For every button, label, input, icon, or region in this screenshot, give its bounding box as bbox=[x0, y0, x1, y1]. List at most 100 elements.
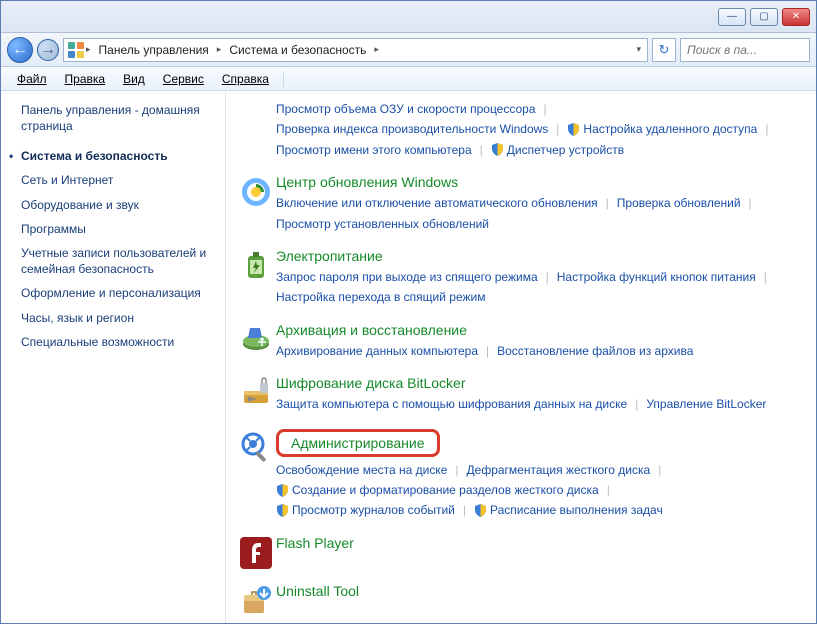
task-link[interactable]: Настройка перехода в спящий режим bbox=[276, 287, 485, 307]
link-separator: | bbox=[478, 341, 497, 361]
task-link-label: Диспетчер устройств bbox=[507, 140, 624, 160]
breadcrumb-root[interactable]: Панель управления bbox=[93, 43, 215, 57]
category-power: Электропитание Запрос пароля при выходе и… bbox=[236, 248, 796, 308]
link-separator: | bbox=[548, 119, 567, 139]
link-separator: | bbox=[741, 193, 760, 213]
category-uninstall: Uninstall Tool bbox=[236, 583, 796, 617]
blank-icon bbox=[236, 99, 276, 160]
task-link[interactable]: Защита компьютера с помощью шифрования д… bbox=[276, 394, 627, 414]
menu-tools[interactable]: Сервис bbox=[155, 70, 212, 88]
category-links: Запрос пароля при выходе из спящего режи… bbox=[276, 267, 796, 308]
menu-view[interactable]: Вид bbox=[115, 70, 153, 88]
category-title[interactable]: Uninstall Tool bbox=[276, 583, 796, 599]
task-link[interactable]: Настройка удаленного доступа bbox=[567, 119, 757, 139]
task-link[interactable]: Просмотр установленных обновлений bbox=[276, 214, 489, 234]
chevron-down-icon[interactable]: ▾ bbox=[634, 44, 643, 55]
task-link-label: Расписание выполнения задач bbox=[490, 500, 663, 520]
task-link-label: Просмотр объема ОЗУ и скорости процессор… bbox=[276, 99, 536, 119]
task-link-label: Проверка обновлений bbox=[617, 193, 741, 213]
breadcrumb-section[interactable]: Система и безопасность bbox=[223, 43, 372, 57]
sidebar-home-link[interactable]: Панель управления - домашняя страница bbox=[21, 103, 225, 134]
category-system-cont: Просмотр объема ОЗУ и скорости процессор… bbox=[236, 99, 796, 160]
link-separator: | bbox=[627, 394, 646, 414]
task-link-label: Запрос пароля при выходе из спящего режи… bbox=[276, 267, 538, 287]
category-title[interactable]: Архивация и восстановление bbox=[276, 322, 796, 338]
task-link[interactable]: Управление BitLocker bbox=[646, 394, 766, 414]
sidebar-item[interactable]: Система и безопасность bbox=[21, 148, 225, 164]
shield-icon bbox=[276, 504, 289, 517]
link-separator: | bbox=[536, 99, 555, 119]
bitlocker-icon bbox=[236, 375, 276, 414]
task-link[interactable]: Восстановление файлов из архива bbox=[497, 341, 693, 361]
sidebar-item[interactable]: Учетные записи пользователей и семейная … bbox=[21, 245, 225, 277]
sidebar-item[interactable]: Часы, язык и регион bbox=[21, 310, 225, 326]
sidebar-item[interactable]: Специальные возможности bbox=[21, 334, 225, 350]
refresh-button[interactable]: ↻ bbox=[652, 38, 676, 62]
task-link[interactable]: Проверка обновлений bbox=[617, 193, 741, 213]
task-link-label: Освобождение места на диске bbox=[276, 460, 447, 480]
uninstall-icon bbox=[236, 583, 276, 617]
task-link[interactable]: Просмотр объема ОЗУ и скорости процессор… bbox=[276, 99, 536, 119]
explorer-window: — ▢ ✕ ← → ▸ Панель управления ▸ Система … bbox=[0, 0, 817, 624]
task-link-label: Управление BitLocker bbox=[646, 394, 766, 414]
task-link-label: Архивирование данных компьютера bbox=[276, 341, 478, 361]
menu-edit[interactable]: Правка bbox=[57, 70, 114, 88]
category-title[interactable]: Администрирование bbox=[276, 429, 440, 457]
sidebar: Панель управления - домашняя страница Си… bbox=[1, 91, 226, 623]
sidebar-item[interactable]: Оформление и персонализация bbox=[21, 285, 225, 301]
windows-update-icon bbox=[236, 174, 276, 234]
task-link-label: Создание и форматирование разделов жестк… bbox=[292, 480, 599, 500]
task-link-label: Включение или отключение автоматического… bbox=[276, 193, 598, 213]
power-icon bbox=[236, 248, 276, 308]
control-panel-icon bbox=[68, 42, 84, 58]
sidebar-item[interactable]: Программы bbox=[21, 221, 225, 237]
task-link-label: Просмотр журналов событий bbox=[292, 500, 455, 520]
flash-icon bbox=[236, 535, 276, 569]
breadcrumb[interactable]: ▸ Панель управления ▸ Система и безопасн… bbox=[63, 38, 648, 62]
category-title[interactable]: Центр обновления Windows bbox=[276, 174, 796, 190]
category-flash: Flash Player bbox=[236, 535, 796, 569]
task-link[interactable]: Проверка индекса производительности Wind… bbox=[276, 119, 548, 139]
link-separator: | bbox=[538, 267, 557, 287]
link-separator: | bbox=[447, 460, 466, 480]
sidebar-item[interactable]: Оборудование и звук bbox=[21, 197, 225, 213]
task-link[interactable]: Просмотр имени этого компьютера bbox=[276, 140, 472, 160]
task-link-label: Просмотр установленных обновлений bbox=[276, 214, 489, 234]
menu-help[interactable]: Справка bbox=[214, 70, 277, 88]
sidebar-item[interactable]: Сеть и Интернет bbox=[21, 172, 225, 188]
task-link-label: Настройка удаленного доступа bbox=[583, 119, 757, 139]
task-link[interactable]: Диспетчер устройств bbox=[491, 140, 624, 160]
task-link[interactable]: Дефрагментация жесткого диска bbox=[467, 460, 651, 480]
close-button[interactable]: ✕ bbox=[782, 8, 810, 26]
menu-separator bbox=[283, 71, 284, 87]
task-link[interactable]: Запрос пароля при выходе из спящего режи… bbox=[276, 267, 538, 287]
task-link[interactable]: Создание и форматирование разделов жестк… bbox=[276, 480, 599, 500]
task-link-label: Настройка функций кнопок питания bbox=[557, 267, 756, 287]
maximize-button[interactable]: ▢ bbox=[750, 8, 778, 26]
search-input[interactable] bbox=[680, 38, 810, 62]
task-link[interactable]: Включение или отключение автоматического… bbox=[276, 193, 598, 213]
task-link[interactable]: Просмотр журналов событий bbox=[276, 500, 455, 520]
category-title[interactable]: Электропитание bbox=[276, 248, 796, 264]
nav-back-button[interactable]: ← bbox=[7, 37, 33, 63]
task-link[interactable]: Архивирование данных компьютера bbox=[276, 341, 478, 361]
chevron-right-icon: ▸ bbox=[215, 44, 224, 55]
task-link[interactable]: Освобождение места на диске bbox=[276, 460, 447, 480]
shield-icon bbox=[276, 484, 289, 497]
task-link[interactable]: Настройка функций кнопок питания bbox=[557, 267, 756, 287]
category-links: Включение или отключение автоматического… bbox=[276, 193, 796, 234]
shield-icon bbox=[567, 123, 580, 136]
minimize-button[interactable]: — bbox=[718, 8, 746, 26]
menubar: Файл Правка Вид Сервис Справка bbox=[1, 67, 816, 91]
link-separator: | bbox=[756, 267, 775, 287]
category-title[interactable]: Flash Player bbox=[276, 535, 796, 551]
task-link-label: Настройка перехода в спящий режим bbox=[276, 287, 485, 307]
menu-file[interactable]: Файл bbox=[9, 70, 55, 88]
category-links: Защита компьютера с помощью шифрования д… bbox=[276, 394, 796, 414]
chevron-right-icon: ▸ bbox=[84, 44, 93, 55]
nav-forward-button[interactable]: → bbox=[37, 39, 59, 61]
backup-icon bbox=[236, 322, 276, 361]
category-title[interactable]: Шифрование диска BitLocker bbox=[276, 375, 796, 391]
task-link[interactable]: Расписание выполнения задач bbox=[474, 500, 663, 520]
link-separator: | bbox=[757, 119, 776, 139]
